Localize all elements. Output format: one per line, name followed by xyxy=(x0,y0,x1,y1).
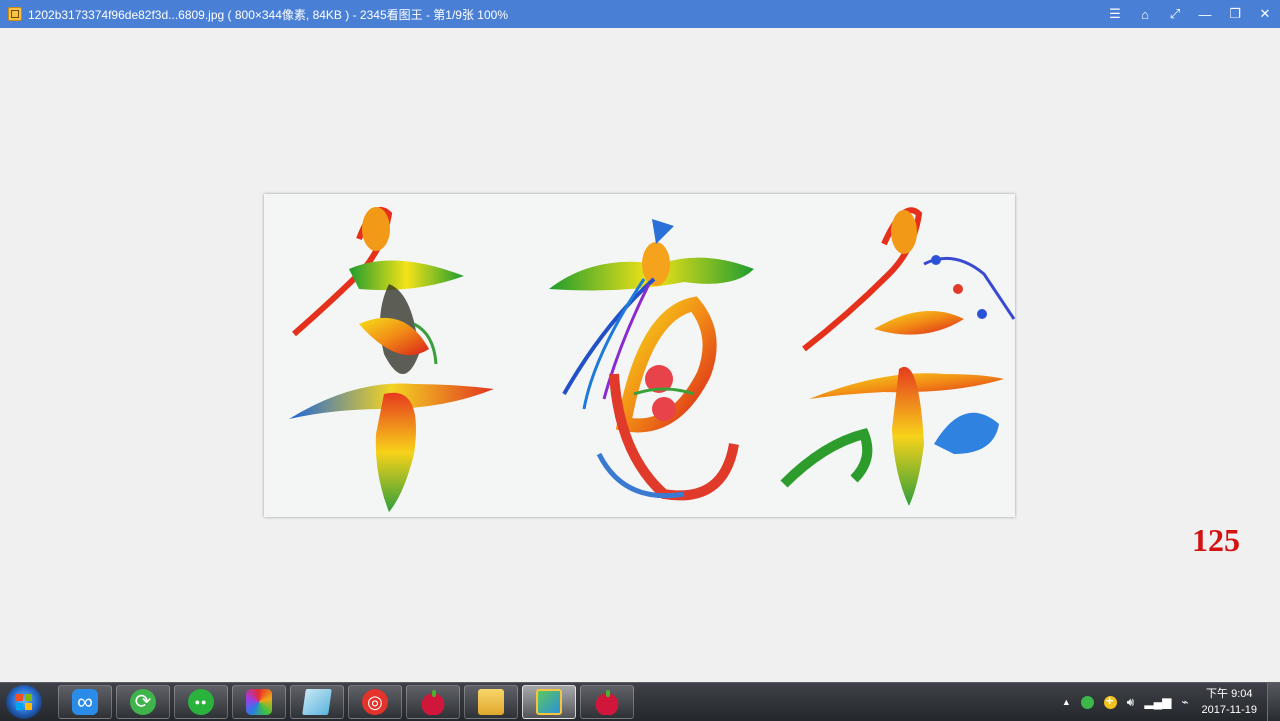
calligraphy-painting xyxy=(289,206,1015,512)
image-viewer-area[interactable]: 125 xyxy=(0,28,1280,682)
taskbar-app-image-viewer[interactable] xyxy=(522,685,576,719)
chat-icon xyxy=(188,689,214,715)
skin-button[interactable]: ⌂ xyxy=(1130,0,1160,28)
tray-plus-icon[interactable] xyxy=(1103,693,1117,709)
music-icon xyxy=(362,689,388,715)
colors-icon xyxy=(246,689,272,715)
clock-time: 下午 9:04 xyxy=(1206,688,1253,700)
taskbar-app-baidu-netdisk[interactable] xyxy=(58,685,112,719)
paper-icon xyxy=(302,689,332,715)
fullscreen-button[interactable]: ⤢ xyxy=(1160,0,1190,28)
system-tray: ▲ 🔊︎ ▂▄▆ ⌁ 下午 9:04 2017-11-19 xyxy=(1057,683,1280,721)
taskbar-app-wechat[interactable] xyxy=(174,685,228,719)
power-icon[interactable]: ⌁ xyxy=(1181,695,1188,709)
page-number: 125 xyxy=(1192,522,1240,558)
character-2 xyxy=(549,219,754,501)
network-signal-icon[interactable]: ▂▄▆ xyxy=(1144,695,1171,709)
show-desktop-button[interactable] xyxy=(1267,683,1280,721)
taskbar-app-notes[interactable] xyxy=(290,685,344,719)
character-1 xyxy=(289,206,494,512)
app-icon xyxy=(8,7,22,21)
start-button[interactable] xyxy=(6,685,42,719)
close-button[interactable]: ✕ xyxy=(1250,0,1280,28)
apple-icon xyxy=(420,689,446,715)
taskbar-app-paint[interactable] xyxy=(232,685,286,719)
apple-icon xyxy=(594,689,620,715)
viewer-icon xyxy=(536,689,562,715)
volume-icon[interactable]: 🔊︎ xyxy=(1127,695,1135,710)
restore-button[interactable]: ❐ xyxy=(1220,0,1250,28)
taskbar-app-music[interactable] xyxy=(348,685,402,719)
taskbar-app-refresh[interactable] xyxy=(116,685,170,719)
title-bar: 1202b3173374f96de82f3d...6809.jpg ( 800×… xyxy=(0,0,1280,28)
refresh-icon xyxy=(130,689,156,715)
clock-date: 2017-11-19 xyxy=(1201,704,1257,716)
taskbar: ▲ 🔊︎ ▂▄▆ ⌁ 下午 9:04 2017-11-19 xyxy=(0,682,1280,721)
minimize-button[interactable]: — xyxy=(1190,0,1220,28)
tray-status-icon[interactable] xyxy=(1080,695,1094,709)
taskbar-app-apple-2[interactable] xyxy=(580,685,634,719)
cloud-icon xyxy=(72,689,98,715)
window-controls: ☰ ⌂ ⤢ — ❐ ✕ xyxy=(1100,0,1280,28)
tray-expand-button[interactable]: ▲ xyxy=(1062,697,1071,707)
window-title: 1202b3173374f96de82f3d...6809.jpg ( 800×… xyxy=(28,7,508,22)
folder-icon xyxy=(478,689,504,715)
character-3 xyxy=(780,207,1015,506)
clock[interactable]: 下午 9:04 2017-11-19 xyxy=(1202,686,1257,718)
displayed-image[interactable] xyxy=(264,194,1015,517)
taskbar-app-explorer[interactable] xyxy=(464,685,518,719)
menu-button[interactable]: ☰ xyxy=(1100,0,1130,28)
taskbar-app-apple[interactable] xyxy=(406,685,460,719)
